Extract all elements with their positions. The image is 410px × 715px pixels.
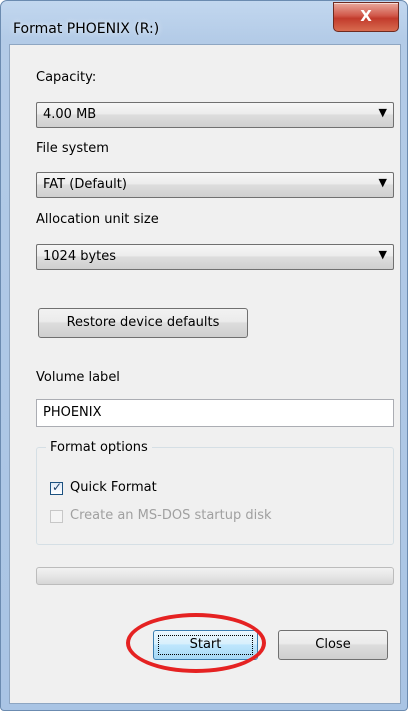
format-options-title: Format options — [46, 440, 152, 455]
quick-format-checkbox[interactable]: ✓ — [50, 480, 63, 495]
chevron-down-icon: ▼ — [378, 106, 387, 119]
chevron-down-icon: ▼ — [378, 248, 387, 261]
chevron-down-icon: ▼ — [378, 176, 387, 189]
close-button[interactable]: Close — [278, 630, 388, 660]
allocation-size-label: Allocation unit size — [36, 212, 159, 227]
volume-label-label: Volume label — [36, 370, 120, 385]
volume-label-input[interactable]: PHOENIX — [36, 399, 394, 427]
msdos-startup-checkbox[interactable] — [50, 510, 63, 523]
volume-label-value: PHOENIX — [43, 405, 102, 420]
file-system-value: FAT (Default) — [43, 177, 127, 192]
close-label: Close — [315, 637, 351, 652]
highlight-annotation — [126, 613, 266, 673]
dialog-body: Capacity: 4.00 MB ▼ File system FAT (Def… — [9, 44, 401, 704]
window-title: Format PHOENIX (R:) — [13, 21, 160, 37]
window-close-button[interactable]: X — [333, 2, 399, 32]
title-bar[interactable]: Format PHOENIX (R:) X — [1, 1, 407, 43]
restore-defaults-button[interactable]: Restore device defaults — [38, 308, 248, 338]
format-options-group — [36, 447, 394, 545]
file-system-label: File system — [36, 141, 109, 156]
format-dialog: Format PHOENIX (R:) X Capacity: 4.00 MB … — [0, 0, 408, 711]
allocation-size-select[interactable]: 1024 bytes ▼ — [36, 244, 394, 270]
allocation-size-value: 1024 bytes — [43, 249, 117, 264]
quick-format-label[interactable]: Quick Format — [70, 480, 157, 495]
format-progress-bar — [36, 567, 394, 585]
file-system-select[interactable]: FAT (Default) ▼ — [36, 172, 394, 198]
msdos-startup-label: Create an MS-DOS startup disk — [70, 508, 272, 523]
capacity-select[interactable]: 4.00 MB ▼ — [36, 102, 394, 128]
capacity-value: 4.00 MB — [43, 107, 97, 122]
capacity-label: Capacity: — [36, 70, 97, 85]
close-icon: X — [360, 7, 372, 25]
restore-defaults-label: Restore device defaults — [66, 315, 220, 330]
checkmark-icon: ✓ — [52, 480, 63, 494]
